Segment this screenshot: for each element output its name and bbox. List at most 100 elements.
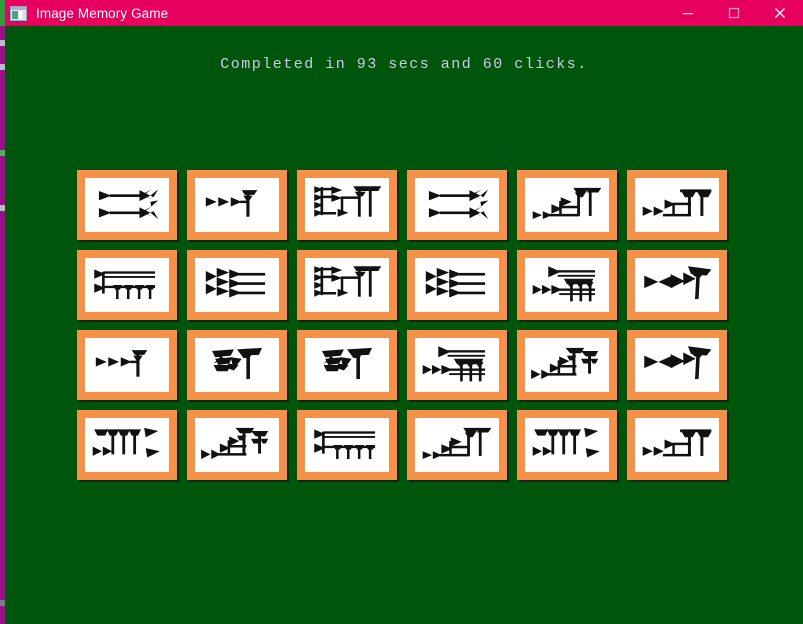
grid-cell	[627, 410, 737, 490]
grid-cell	[77, 330, 187, 410]
grid-cell	[627, 170, 737, 250]
cuneiform-ladder-twin-post-icon	[308, 180, 386, 230]
cuneiform-comb-bar-icon	[308, 420, 386, 470]
window-controls	[665, 0, 803, 26]
card-face	[85, 338, 169, 392]
card-face	[195, 258, 279, 312]
maximize-button[interactable]	[711, 0, 757, 26]
cuneiform-picket-pair-icon	[528, 420, 606, 470]
grid-cell	[297, 330, 407, 410]
grid-cell	[77, 410, 187, 490]
card-face	[525, 338, 609, 392]
cuneiform-triple-line-fan-icon	[418, 260, 496, 310]
window-title: Image Memory Game	[36, 5, 169, 21]
memory-card-r4c2[interactable]	[187, 410, 287, 480]
cuneiform-comb-bar-icon	[88, 260, 166, 310]
cuneiform-stair-twin-post-icon	[418, 420, 496, 470]
grid-cell	[187, 250, 297, 330]
card-face	[195, 178, 279, 232]
cuneiform-bowtie-mast-icon	[638, 340, 716, 390]
grid-cell	[407, 410, 517, 490]
card-face	[635, 178, 719, 232]
image-window-icon	[10, 5, 27, 21]
cuneiform-brush-rake-icon	[418, 340, 496, 390]
app-window: Image Memory Game Completed in 93 secs a…	[0, 0, 803, 624]
grid-cell	[517, 330, 627, 410]
card-face	[415, 338, 499, 392]
memory-card-r3c3[interactable]	[297, 330, 397, 400]
memory-card-r2c3[interactable]	[297, 250, 397, 320]
card-face	[525, 178, 609, 232]
memory-card-r2c5[interactable]	[517, 250, 617, 320]
card-face	[415, 178, 499, 232]
memory-card-r4c5[interactable]	[517, 410, 617, 480]
memory-card-r1c2[interactable]	[187, 170, 287, 240]
card-face	[195, 418, 279, 472]
cuneiform-double-bar-icon	[88, 180, 166, 230]
card-face	[305, 418, 389, 472]
grid-cell	[517, 250, 627, 330]
memory-card-r2c2[interactable]	[187, 250, 287, 320]
cuneiform-knot-flag-icon	[198, 340, 276, 390]
memory-card-r4c3[interactable]	[297, 410, 397, 480]
memory-card-r2c4[interactable]	[407, 250, 507, 320]
grid-cell	[187, 330, 297, 410]
grid-cell	[187, 170, 297, 250]
memory-card-r1c6[interactable]	[627, 170, 727, 240]
close-button[interactable]	[757, 0, 803, 26]
chrome-speckle	[0, 205, 5, 211]
memory-card-r3c2[interactable]	[187, 330, 287, 400]
grid-cell	[77, 250, 187, 330]
chrome-speckle	[0, 600, 5, 606]
close-icon	[775, 8, 785, 18]
minimize-icon	[683, 13, 693, 15]
cuneiform-arrow-canopy-post-icon	[638, 420, 716, 470]
grid-cell	[517, 410, 627, 490]
card-face	[85, 418, 169, 472]
memory-card-r2c6[interactable]	[627, 250, 727, 320]
memory-card-r2c1[interactable]	[77, 250, 177, 320]
card-face	[415, 258, 499, 312]
grid-cell	[517, 170, 627, 250]
grid-cell	[77, 170, 187, 250]
status-message: Completed in 93 secs and 60 clicks.	[220, 56, 588, 73]
grid-cell	[297, 250, 407, 330]
card-face	[525, 258, 609, 312]
cuneiform-bowtie-mast-icon	[638, 260, 716, 310]
maximize-icon	[728, 7, 740, 19]
card-face	[635, 258, 719, 312]
chrome-speckle	[0, 150, 5, 156]
grid-cell	[627, 250, 737, 330]
memory-card-r3c1[interactable]	[77, 330, 177, 400]
memory-card-r3c4[interactable]	[407, 330, 507, 400]
cuneiform-three-wedge-tee-icon	[88, 340, 166, 390]
memory-card-r3c6[interactable]	[627, 330, 727, 400]
memory-card-r1c1[interactable]	[77, 170, 177, 240]
memory-card-r3c5[interactable]	[517, 330, 617, 400]
cuneiform-three-wedge-tee-icon	[198, 180, 276, 230]
grid-cell	[407, 250, 517, 330]
card-face	[635, 338, 719, 392]
minimize-button[interactable]	[665, 0, 711, 26]
grid-cell	[297, 170, 407, 250]
cuneiform-brush-rake-icon	[528, 260, 606, 310]
cuneiform-knot-flag-icon	[308, 340, 386, 390]
memory-card-r4c6[interactable]	[627, 410, 727, 480]
grid-cell	[627, 330, 737, 410]
cuneiform-ladder-twin-post-icon	[308, 260, 386, 310]
memory-card-r1c3[interactable]	[297, 170, 397, 240]
cuneiform-stair-twin-post-icon	[528, 180, 606, 230]
cuneiform-triple-line-fan-icon	[198, 260, 276, 310]
grid-cell	[407, 170, 517, 250]
chrome-speckle	[0, 64, 5, 70]
card-face	[305, 338, 389, 392]
memory-card-r4c4[interactable]	[407, 410, 507, 480]
card-face	[525, 418, 609, 472]
cuneiform-picket-pair-icon	[88, 420, 166, 470]
cuneiform-stack-twin-crown-icon	[528, 340, 606, 390]
memory-card-r1c5[interactable]	[517, 170, 617, 240]
grid-cell	[297, 410, 407, 490]
card-face	[305, 178, 389, 232]
memory-card-r1c4[interactable]	[407, 170, 507, 240]
memory-card-r4c1[interactable]	[77, 410, 177, 480]
